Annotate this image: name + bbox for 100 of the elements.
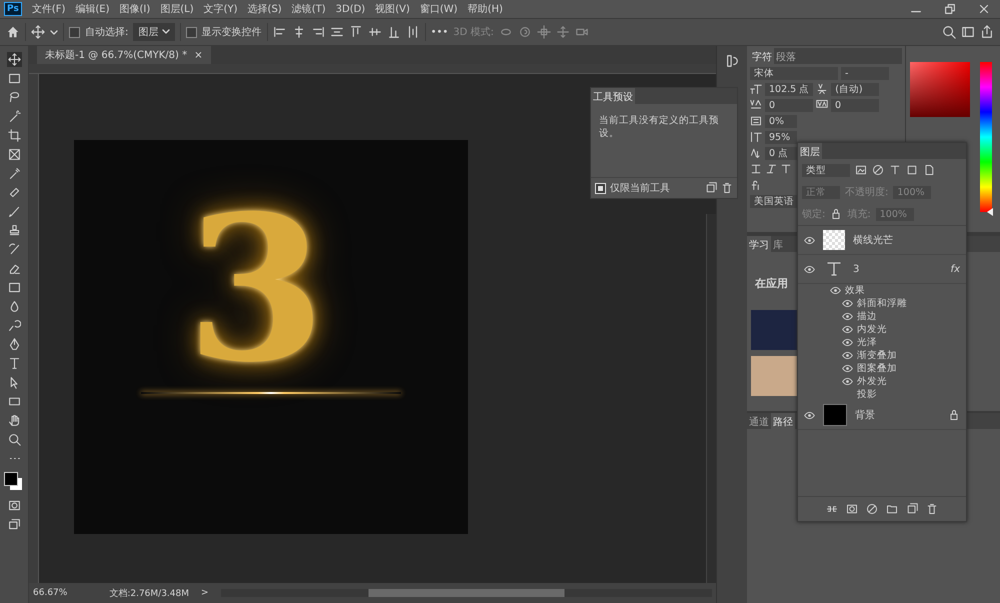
share-icon[interactable] <box>980 25 994 39</box>
menu-item[interactable]: 编辑(E) <box>75 2 110 16</box>
quick-mask-icon[interactable] <box>6 498 22 513</box>
menu-item[interactable]: 图层(L) <box>160 2 194 16</box>
brush-icon[interactable] <box>6 204 22 219</box>
panel-tab[interactable]: 段落 <box>774 48 798 64</box>
menu-item[interactable]: 滤镜(T) <box>292 2 326 16</box>
align-icon[interactable] <box>330 25 344 39</box>
lock-icon[interactable] <box>948 409 960 421</box>
document-tab[interactable]: 未标题-1 @ 66.7%(CMYK/8) * × <box>37 46 211 64</box>
color-field[interactable] <box>910 62 970 117</box>
3d-control-icon[interactable] <box>518 25 532 39</box>
3d-control-icon[interactable] <box>556 25 570 39</box>
layer-row[interactable]: 3 fx <box>798 255 966 284</box>
image-filter-icon[interactable] <box>855 164 867 176</box>
mask-icon[interactable] <box>846 503 858 515</box>
eye-icon[interactable] <box>842 352 853 359</box>
frame-icon[interactable] <box>6 147 22 162</box>
eye-icon[interactable] <box>842 326 853 333</box>
opacity-field[interactable]: 100% <box>893 186 932 198</box>
align-icon[interactable] <box>348 25 363 39</box>
panel-tab[interactable]: 图层 <box>798 143 822 159</box>
eye-icon[interactable] <box>842 339 853 346</box>
layer-row[interactable]: 背景 <box>798 401 966 430</box>
home-icon[interactable] <box>6 25 20 39</box>
eye-icon[interactable] <box>842 365 853 372</box>
app-logo[interactable]: Ps <box>4 2 22 16</box>
panel-tab[interactable]: 通道 <box>747 413 771 429</box>
type-filter-icon[interactable] <box>889 164 901 176</box>
marquee-icon[interactable] <box>6 71 22 86</box>
text-style-icon[interactable] <box>780 163 792 175</box>
hue-slider-thumb[interactable] <box>987 208 993 216</box>
horizontal-scrollbar[interactable] <box>220 589 712 597</box>
menu-item[interactable]: 帮助(H) <box>468 2 503 16</box>
effect-name[interactable]: 斜面和浮雕 <box>857 297 907 310</box>
text-style-icon[interactable] <box>765 163 777 175</box>
shape-filter-icon[interactable] <box>906 164 918 176</box>
blend-mode-dropdown[interactable]: 正常 <box>802 186 840 198</box>
eye-icon[interactable] <box>804 266 815 272</box>
effect-name[interactable]: 光泽 <box>857 336 877 349</box>
menu-item[interactable]: 3D(D) <box>336 4 366 14</box>
close-icon[interactable] <box>977 2 991 16</box>
menu-item[interactable]: 窗口(W) <box>420 2 458 16</box>
font-family-dropdown[interactable]: 宋体 <box>750 66 838 80</box>
status-menu-arrow[interactable]: > <box>201 588 209 598</box>
baseline-shift-field[interactable]: 0 点 <box>765 146 797 160</box>
new-layer-icon[interactable] <box>906 503 918 515</box>
move-icon[interactable] <box>6 52 22 67</box>
caret-icon[interactable] <box>162 27 170 35</box>
hand-icon[interactable] <box>6 413 22 428</box>
align-icon[interactable] <box>310 25 325 39</box>
effect-name[interactable]: 描边 <box>857 310 877 323</box>
zoom-icon[interactable] <box>6 432 22 447</box>
menu-item[interactable]: 文件(F) <box>32 2 66 16</box>
adjustment-icon[interactable] <box>866 503 878 515</box>
smart-object-filter-icon[interactable] <box>923 164 935 176</box>
checkbox[interactable] <box>69 26 80 38</box>
leading-field[interactable]: (自动) <box>831 82 880 96</box>
effect-name[interactable]: 投影 <box>857 388 877 401</box>
vertical-scrollbar[interactable] <box>706 214 716 583</box>
panel-tab[interactable]: 库 <box>771 236 785 252</box>
adjustment-filter-icon[interactable] <box>872 164 884 176</box>
menu-item[interactable]: 文字(Y) <box>204 2 238 16</box>
effects-badge[interactable]: fx <box>950 264 960 274</box>
fill-field[interactable]: 100% <box>876 208 914 220</box>
panel-tab[interactable]: 路径 <box>771 413 795 429</box>
target-dropdown[interactable]: 图层 <box>133 23 175 41</box>
align-icon[interactable] <box>386 25 401 39</box>
crop-icon[interactable] <box>6 128 22 143</box>
eye-icon[interactable] <box>842 313 853 320</box>
menu-item[interactable]: 图像(I) <box>119 2 150 16</box>
panel-tab[interactable]: 字符 <box>750 48 774 64</box>
eye-icon[interactable] <box>804 412 815 418</box>
photo-placeholder[interactable] <box>751 356 799 396</box>
proportional-spacing-field[interactable]: 0% <box>765 114 797 128</box>
eye-icon[interactable] <box>804 236 815 244</box>
eye-icon[interactable] <box>830 287 841 294</box>
layer-row[interactable]: 横线光芒 <box>798 226 966 255</box>
restore-icon[interactable] <box>943 2 957 16</box>
checkbox[interactable] <box>186 26 197 38</box>
color-swatches[interactable] <box>4 472 24 492</box>
kerning-field[interactable]: 0 <box>765 98 813 112</box>
font-style-dropdown[interactable]: - <box>841 66 889 80</box>
3d-control-icon[interactable] <box>536 25 551 39</box>
trash-icon[interactable] <box>926 503 938 515</box>
effect-name[interactable]: 外发光 <box>857 375 887 388</box>
align-icon[interactable] <box>368 25 382 39</box>
trash-icon[interactable] <box>721 182 733 194</box>
more-button[interactable]: ••• <box>430 26 448 38</box>
layer-filter-dropdown[interactable]: 类型 <box>802 164 850 176</box>
effect-name[interactable]: 图案叠加 <box>857 362 897 375</box>
search-icon[interactable] <box>942 25 956 39</box>
folder-icon[interactable] <box>886 503 898 515</box>
screen-mode-icon[interactable] <box>6 517 22 532</box>
panel-tab[interactable]: 学习 <box>747 236 771 252</box>
align-icon[interactable] <box>272 25 287 39</box>
move-icon[interactable] <box>31 25 45 39</box>
workspace-icon[interactable] <box>961 25 975 39</box>
menu-item[interactable]: 视图(V) <box>375 2 410 16</box>
panel-tab[interactable]: 工具预设 <box>591 88 635 104</box>
